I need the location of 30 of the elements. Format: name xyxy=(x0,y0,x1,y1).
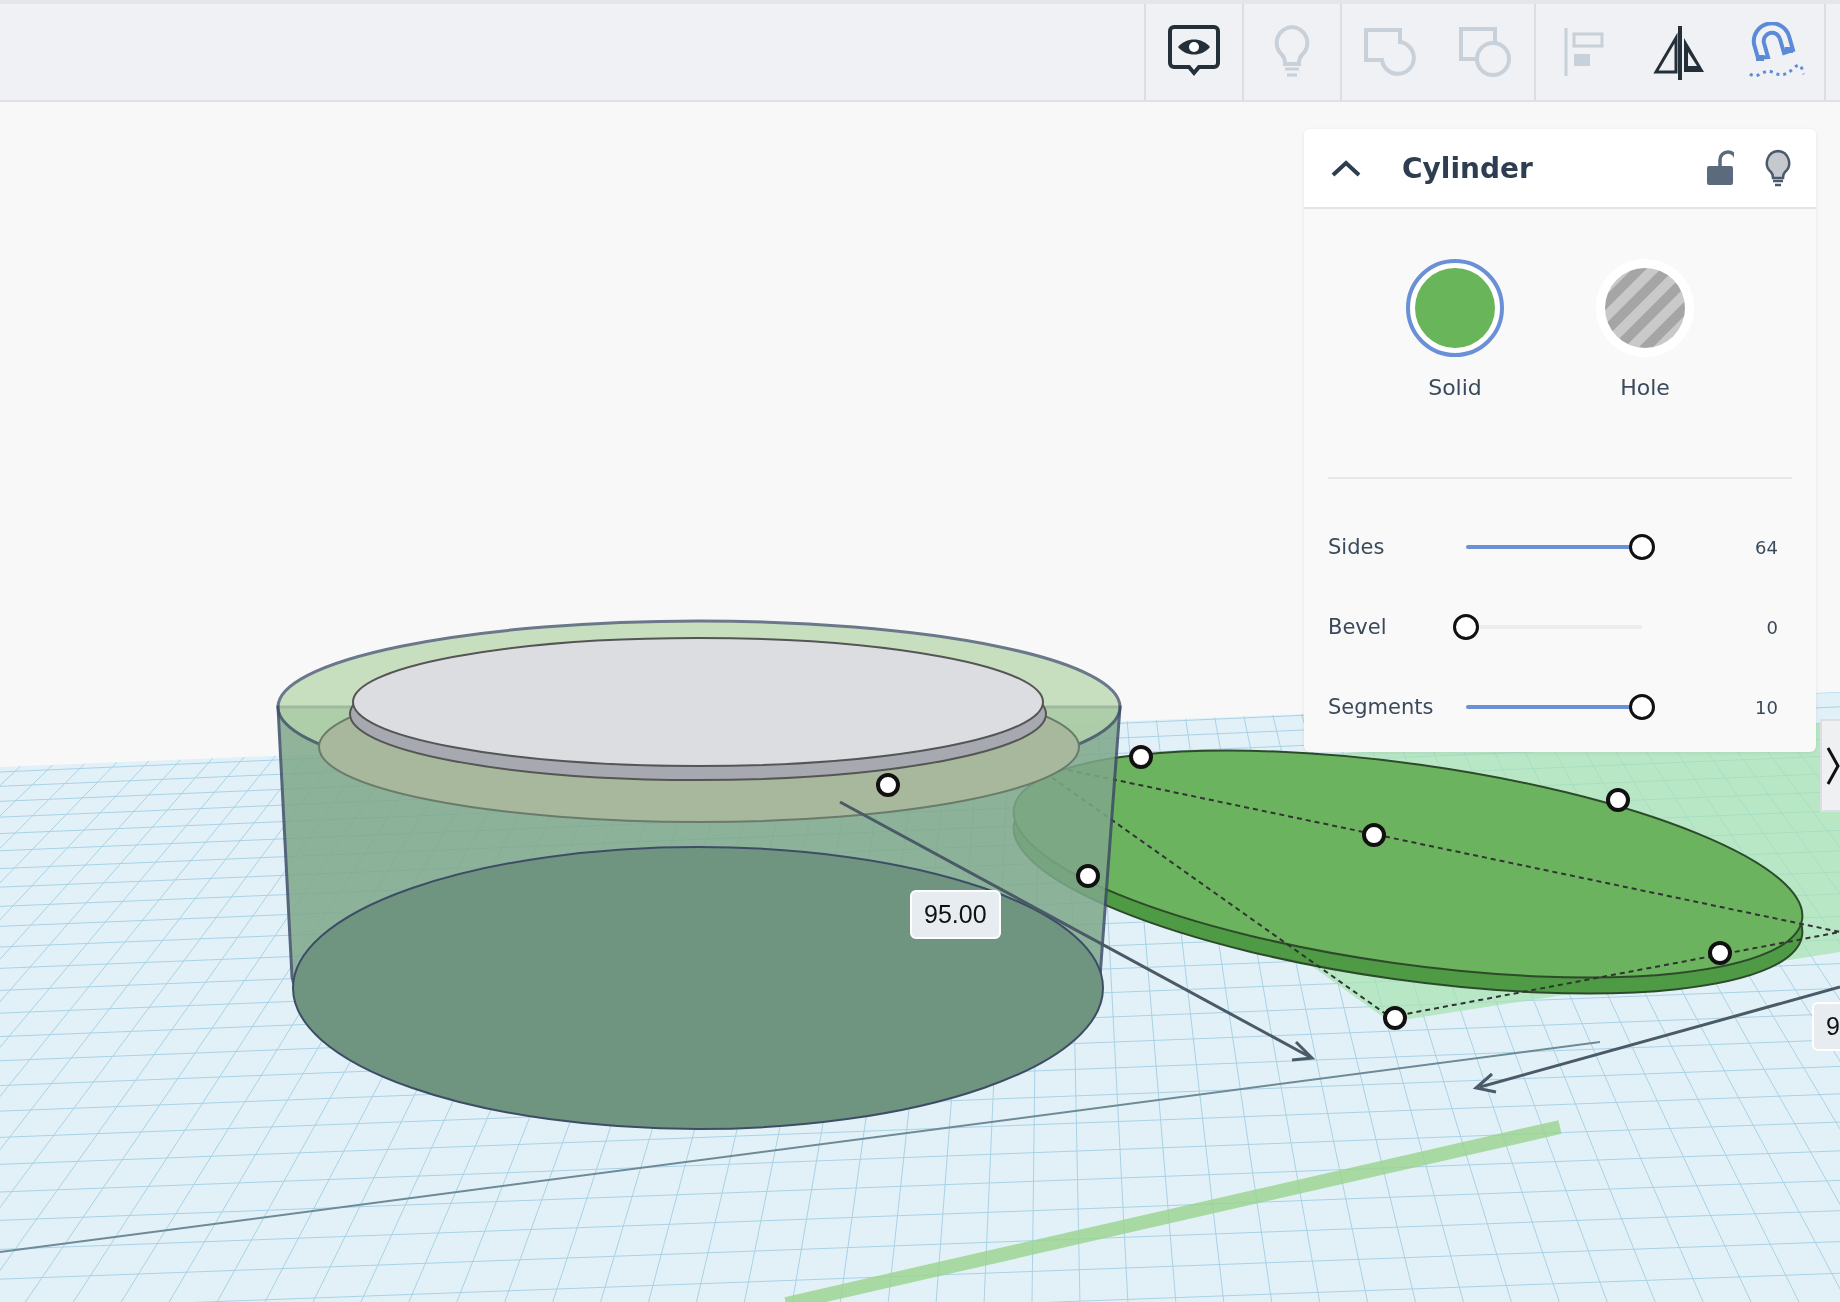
resize-handle[interactable] xyxy=(876,773,900,797)
panel-title: Cylinder xyxy=(1402,151,1534,185)
resize-handle[interactable] xyxy=(1362,823,1386,847)
unlock-icon xyxy=(1706,150,1734,186)
visibility-button[interactable] xyxy=(1764,149,1792,187)
lightbulb-icon xyxy=(1764,149,1792,187)
slider-value: 10 xyxy=(1754,696,1779,718)
dimension-label[interactable]: 95.00 xyxy=(910,890,1001,939)
resize-handle[interactable] xyxy=(1606,788,1630,812)
lock-button[interactable] xyxy=(1706,150,1734,186)
lightbulb-icon xyxy=(1272,24,1312,80)
solid-swatch-icon xyxy=(1415,268,1495,348)
slider-value: 64 xyxy=(1754,536,1779,558)
slider-label: Segments xyxy=(1328,695,1435,719)
resize-handle[interactable] xyxy=(1383,1006,1407,1030)
chevron-icon xyxy=(1330,159,1362,177)
slider-thumb[interactable] xyxy=(1629,534,1655,560)
resize-handle[interactable] xyxy=(1708,941,1732,965)
resize-handle[interactable] xyxy=(1129,745,1153,769)
slider-label: Bevel xyxy=(1328,615,1388,639)
chevron-icon xyxy=(1826,745,1840,786)
dimension-label[interactable]: 9 xyxy=(1812,1002,1840,1051)
resize-handle[interactable] xyxy=(1076,864,1100,888)
hole-swatch-icon xyxy=(1605,268,1685,348)
slider-value: 0 xyxy=(1765,616,1779,638)
slider-label: Sides xyxy=(1328,535,1386,559)
ungroup-shapes-icon xyxy=(1458,26,1514,78)
group-shapes-icon xyxy=(1362,26,1418,78)
slider-thumb[interactable] xyxy=(1453,614,1479,640)
slider-thumb[interactable] xyxy=(1629,694,1655,720)
